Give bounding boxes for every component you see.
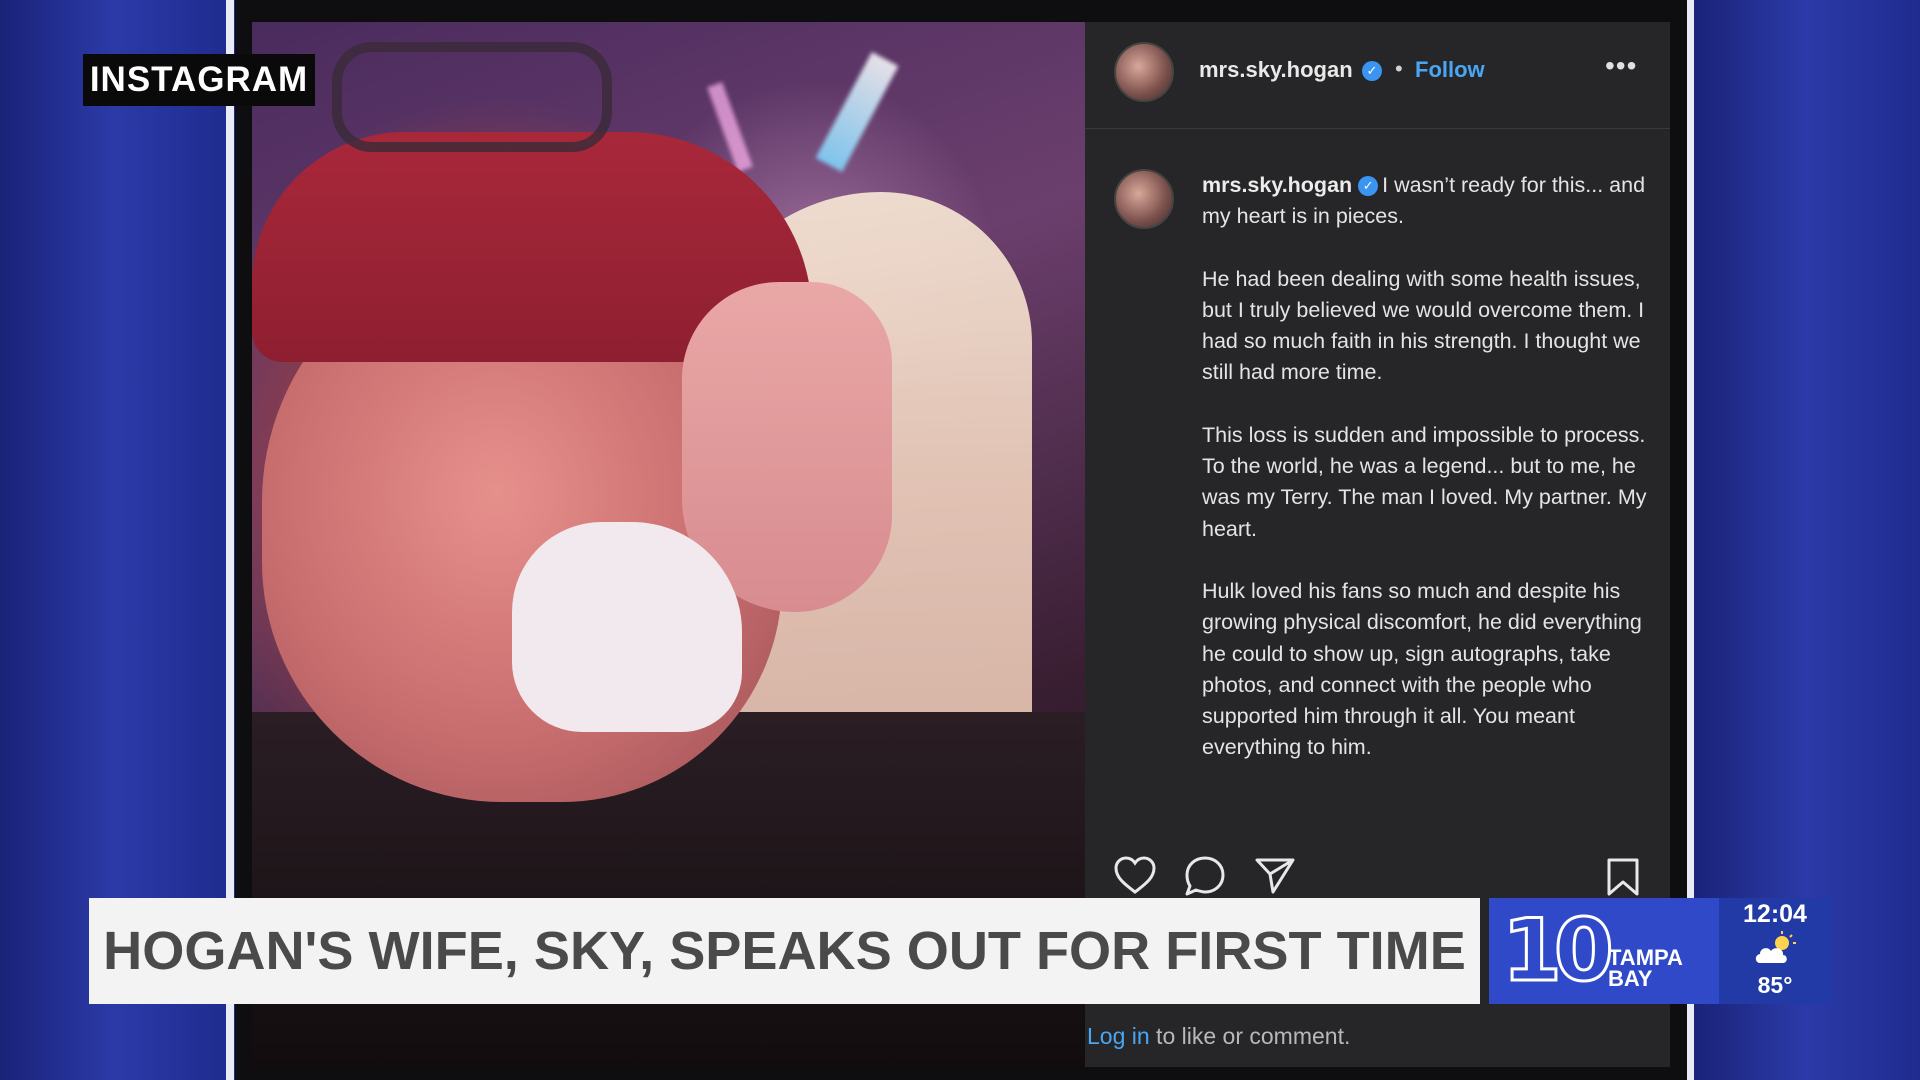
time-weather-box: 12:04 85° bbox=[1719, 898, 1831, 1004]
station-number: 10 bbox=[1501, 901, 1616, 1001]
caption-paragraph: This loss is sudden and impossible to pr… bbox=[1202, 422, 1647, 541]
partly-cloudy-icon bbox=[1752, 931, 1798, 972]
header-username[interactable]: mrs.sky.hogan bbox=[1199, 57, 1353, 83]
heart-icon[interactable] bbox=[1113, 855, 1157, 900]
separator-dot: • bbox=[1395, 56, 1403, 81]
avatar[interactable] bbox=[1114, 42, 1174, 102]
caption-avatar[interactable] bbox=[1114, 169, 1174, 229]
source-tag: INSTAGRAM bbox=[83, 54, 315, 106]
temperature: 85° bbox=[1757, 972, 1793, 998]
share-icon[interactable] bbox=[1254, 857, 1296, 900]
follow-button[interactable]: Follow bbox=[1415, 57, 1485, 83]
login-prompt-text: to like or comment. bbox=[1149, 1023, 1351, 1049]
more-options-icon[interactable]: ••• bbox=[1605, 50, 1637, 82]
caption-paragraph: He had been dealing with some health iss… bbox=[1202, 266, 1645, 385]
post-header: mrs.sky.hogan ✓ • Follow ••• bbox=[1085, 22, 1670, 129]
bookmark-icon[interactable] bbox=[1605, 857, 1641, 902]
comment-icon[interactable] bbox=[1183, 855, 1227, 902]
verified-badge-icon: ✓ bbox=[1358, 176, 1379, 196]
clock: 12:04 bbox=[1743, 900, 1807, 928]
post-caption: mrs.sky.hogan ✓ I wasn’t ready for this...… bbox=[1202, 170, 1647, 795]
caption-paragraph: Hulk loved his fans so much and despite … bbox=[1202, 578, 1642, 760]
lower-third-headline: HOGAN'S WIFE, SKY, SPEAKS OUT FOR FIRST … bbox=[89, 898, 1480, 1004]
verified-badge-icon: ✓ bbox=[1362, 61, 1382, 81]
caption-username[interactable]: mrs.sky.hogan bbox=[1202, 173, 1352, 197]
login-prompt: Log in to like or comment. bbox=[1087, 1023, 1350, 1050]
station-name-bottom: BAY bbox=[1608, 966, 1653, 991]
login-link[interactable]: Log in bbox=[1087, 1023, 1150, 1049]
